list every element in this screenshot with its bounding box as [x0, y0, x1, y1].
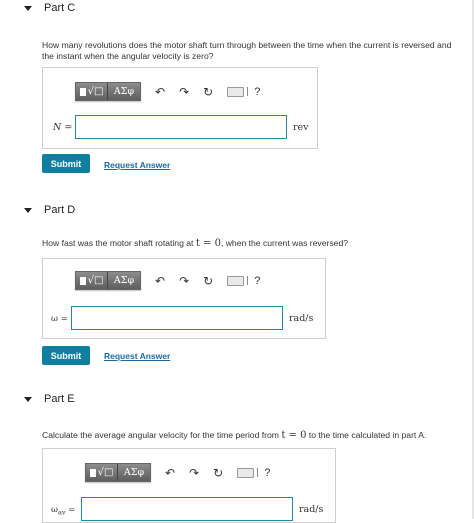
keyboard-icon[interactable]	[227, 275, 245, 286]
part-d-header[interactable]: Part D	[24, 202, 75, 218]
part-e-variable-label: ωav =	[51, 505, 75, 517]
toolbar-separator	[247, 87, 249, 96]
part-d-variable-label: ω =	[51, 314, 68, 324]
undo-icon[interactable]: ↶	[165, 467, 175, 479]
toolbar-button-group: √□ ΑΣφ	[75, 271, 141, 290]
part-d-question-suffix: , when the current was reversed?	[220, 238, 348, 248]
part-d-request-answer-link[interactable]: Request Answer	[104, 351, 170, 361]
greek-symbols-button[interactable]: ΑΣφ	[108, 83, 140, 100]
templates-label: √□	[87, 86, 104, 97]
redo-icon[interactable]: ↷	[179, 275, 189, 287]
part-d-answer-input[interactable]	[71, 306, 283, 330]
part-c-title: Part C	[44, 2, 76, 14]
reset-icon[interactable]: ↻	[203, 86, 213, 98]
part-e-variable-subscript: av	[57, 508, 66, 517]
help-button[interactable]: ?	[254, 275, 260, 287]
part-d-question-math: t = 0	[195, 238, 221, 249]
part-e-question-prefix: Calculate the average angular velocity f…	[42, 430, 282, 440]
toolbar-separator	[247, 276, 249, 285]
part-c-header[interactable]: Part C	[24, 0, 75, 16]
part-e-variable-symbol: ω	[51, 505, 58, 515]
part-d-question-prefix: How fast was the motor shaft rotating at	[42, 238, 196, 248]
part-c-math-toolbar: √□ ΑΣφ ↶ ↷ ↻ ?	[75, 82, 260, 101]
part-e-question: Calculate the average angular velocity f…	[42, 430, 426, 441]
collapse-caret-icon[interactable]	[24, 5, 32, 11]
part-e-answer-input[interactable]	[81, 497, 293, 521]
redo-icon[interactable]: ↷	[179, 86, 189, 98]
part-c-request-answer-link[interactable]: Request Answer	[104, 160, 170, 170]
part-e-unit: rad/s	[299, 504, 324, 515]
undo-icon[interactable]: ↶	[155, 86, 165, 98]
templates-button[interactable]: √□	[86, 464, 118, 481]
toolbar-button-group: √□ ΑΣφ	[85, 463, 151, 482]
keyboard-icon[interactable]	[237, 467, 255, 478]
part-e-question-suffix: to the time calculated in part A.	[306, 430, 427, 440]
part-c-question-line1: How many revolutions does the motor shaf…	[42, 40, 452, 50]
part-c-question-line2: the instant when the angular velocity is…	[42, 51, 214, 61]
templates-button[interactable]: √□	[76, 272, 108, 289]
part-d-question: How fast was the motor shaft rotating at…	[42, 238, 348, 249]
part-d-submit-button[interactable]: Submit	[42, 346, 90, 365]
part-c-unit: rev	[293, 122, 309, 133]
greek-symbols-button[interactable]: ΑΣφ	[108, 272, 140, 289]
part-d-math-toolbar: √□ ΑΣφ ↶ ↷ ↻ ?	[75, 271, 260, 290]
part-e-answer-box: √□ ΑΣφ ↶ ↷ ↻ ? ωav = rad/s	[42, 448, 336, 523]
part-d-title: Part D	[44, 204, 76, 216]
templates-label: √□	[97, 467, 114, 478]
part-d-answer-box: √□ ΑΣφ ↶ ↷ ↻ ? ω = rad/s	[42, 258, 326, 339]
part-e-header[interactable]: Part E	[24, 391, 75, 407]
help-button[interactable]: ?	[254, 86, 260, 98]
part-e-title: Part E	[44, 393, 75, 405]
greek-symbols-button[interactable]: ΑΣφ	[118, 464, 150, 481]
toolbar-separator	[257, 468, 259, 477]
part-c-answer-box: √□ ΑΣφ ↶ ↷ ↻ ? N = rev	[42, 67, 318, 149]
collapse-caret-icon[interactable]	[24, 207, 32, 213]
part-d-unit: rad/s	[289, 313, 314, 324]
toolbar-button-group: √□ ΑΣφ	[75, 82, 141, 101]
templates-button[interactable]: √□	[76, 83, 108, 100]
part-c-variable-label: N =	[53, 122, 73, 133]
undo-icon[interactable]: ↶	[155, 275, 165, 287]
part-e-question-math: t = 0	[281, 430, 307, 441]
part-e-variable-equals: =	[65, 505, 76, 515]
part-e-math-toolbar: √□ ΑΣφ ↶ ↷ ↻ ?	[85, 463, 270, 482]
part-c-question: How many revolutions does the motor shaf…	[42, 40, 451, 62]
reset-icon[interactable]: ↻	[203, 275, 213, 287]
keyboard-icon[interactable]	[227, 86, 245, 97]
help-button[interactable]: ?	[264, 467, 270, 479]
reset-icon[interactable]: ↻	[213, 467, 223, 479]
templates-label: √□	[87, 275, 104, 286]
part-c-submit-button[interactable]: Submit	[42, 154, 90, 173]
collapse-caret-icon[interactable]	[24, 396, 32, 402]
redo-icon[interactable]: ↷	[189, 467, 199, 479]
part-c-answer-input[interactable]	[75, 115, 287, 139]
